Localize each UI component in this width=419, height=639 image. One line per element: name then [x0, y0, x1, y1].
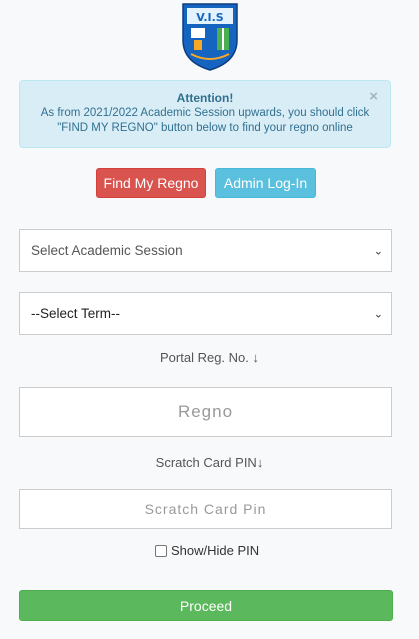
chevron-down-icon: ⌄ [373, 308, 383, 320]
close-icon[interactable]: × [369, 89, 378, 104]
proceed-button[interactable]: Proceed [19, 590, 393, 621]
term-value: --Select Term-- [31, 306, 121, 321]
logo-container: V.I.S [0, 2, 419, 72]
attention-alert: × Attention! As from 2021/2022 Academic … [19, 80, 391, 148]
alert-message-line1: As from 2021/2022 Academic Session upwar… [40, 107, 370, 119]
admin-login-button[interactable]: Admin Log-In [215, 168, 316, 198]
pin-placeholder: Scratch Card Pin [144, 501, 267, 517]
term-select[interactable]: --Select Term-- ⌄ [19, 292, 392, 335]
alert-title: Attention! [176, 91, 234, 105]
show-hide-label: Show/Hide PIN [171, 543, 260, 558]
academic-session-select[interactable]: Select Academic Session ⌄ [19, 229, 392, 272]
regno-placeholder: Regno [177, 402, 234, 421]
alert-message-line2: "FIND MY REGNO" button below to find you… [57, 122, 353, 134]
school-crest-logo: V.I.S [181, 3, 238, 71]
scratch-card-pin-input[interactable]: Scratch Card Pin [19, 489, 392, 529]
crest-text: V.I.S [196, 11, 224, 24]
pin-label: Scratch Card PIN↓ [155, 455, 264, 470]
regno-input[interactable]: Regno [19, 387, 392, 437]
show-hide-checkbox[interactable] [155, 544, 167, 557]
regno-label: Portal Reg. No. ↓ [160, 350, 259, 365]
chevron-down-icon: ⌄ [373, 245, 383, 257]
academic-session-value: Select Academic Session [31, 243, 183, 258]
show-hide-pin-toggle[interactable]: Show/Hide PIN [155, 543, 259, 558]
find-my-regno-button[interactable]: Find My Regno [96, 168, 206, 198]
